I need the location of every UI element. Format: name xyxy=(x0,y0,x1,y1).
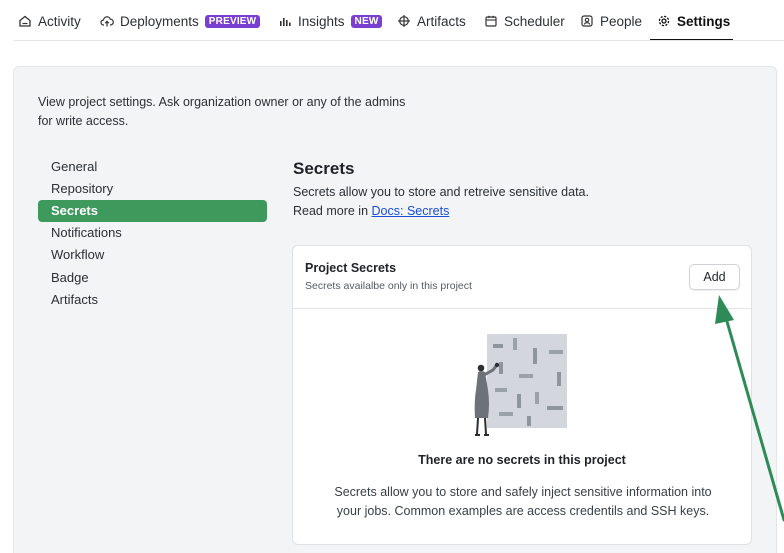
empty-state-description: Secrets allow you to store and safely in… xyxy=(334,485,712,518)
card-subtitle: Secrets availalbe only in this project xyxy=(305,280,472,292)
settings-menu-secrets[interactable]: Secrets xyxy=(38,200,267,222)
tab-activity[interactable]: Activity xyxy=(18,0,81,42)
project-secrets-card: Project Secrets Secrets availalbe only i… xyxy=(292,245,752,545)
project-tab-bar: Activity Deployments PREVIEW Insights NE… xyxy=(0,0,784,42)
tab-label: People xyxy=(600,13,643,29)
preview-badge: PREVIEW xyxy=(204,14,261,28)
tab-label: Settings xyxy=(677,13,731,29)
tab-artifacts[interactable]: Artifacts xyxy=(397,0,466,42)
calendar-icon xyxy=(484,14,498,28)
gear-icon xyxy=(657,14,671,28)
page-title: Secrets xyxy=(293,159,355,178)
person-badge-icon xyxy=(580,14,594,28)
card-header: Project Secrets Secrets availalbe only i… xyxy=(293,246,751,309)
tab-people[interactable]: People xyxy=(580,0,642,42)
settings-menu-badge[interactable]: Badge xyxy=(38,267,267,289)
docs-secrets-link[interactable]: Docs: Secrets xyxy=(372,204,450,218)
settings-menu-workflow[interactable]: Workflow xyxy=(38,244,267,266)
tab-settings[interactable]: Settings xyxy=(657,0,730,42)
secrets-description-text: Secrets allow you to store and retreive … xyxy=(293,185,589,199)
secrets-description: Secrets allow you to store and retreive … xyxy=(293,183,589,221)
tab-label: Artifacts xyxy=(417,13,466,29)
card-title: Project Secrets xyxy=(305,261,397,275)
tab-label: Insights xyxy=(298,13,345,29)
settings-menu-repository[interactable]: Repository xyxy=(38,178,267,200)
tab-bar-divider xyxy=(14,40,784,41)
settings-menu-notifications[interactable]: Notifications xyxy=(38,222,267,244)
tab-label: Activity xyxy=(38,13,81,29)
home-icon xyxy=(18,14,32,28)
settings-menu-artifacts[interactable]: Artifacts xyxy=(38,289,267,311)
read-more-line: Read more in Docs: Secrets xyxy=(293,202,589,221)
artifacts-icon xyxy=(397,14,411,28)
tab-deployments[interactable]: Deployments PREVIEW xyxy=(100,0,261,42)
add-secret-button[interactable]: Add xyxy=(689,264,740,290)
cloud-upload-icon xyxy=(100,14,114,28)
tab-label: Deployments xyxy=(120,13,199,29)
tab-insights[interactable]: Insights NEW xyxy=(278,0,383,42)
tab-scheduler[interactable]: Scheduler xyxy=(484,0,565,42)
tab-label: Scheduler xyxy=(504,13,565,29)
new-badge: NEW xyxy=(350,14,383,28)
empty-state-illustration xyxy=(474,334,567,436)
bar-chart-icon xyxy=(278,14,292,28)
read-more-prefix: Read more in xyxy=(293,204,369,218)
empty-state-title: There are no secrets in this project xyxy=(418,453,626,467)
settings-menu-general[interactable]: General xyxy=(38,156,267,178)
settings-intro-text: View project settings. Ask organization … xyxy=(38,95,406,128)
